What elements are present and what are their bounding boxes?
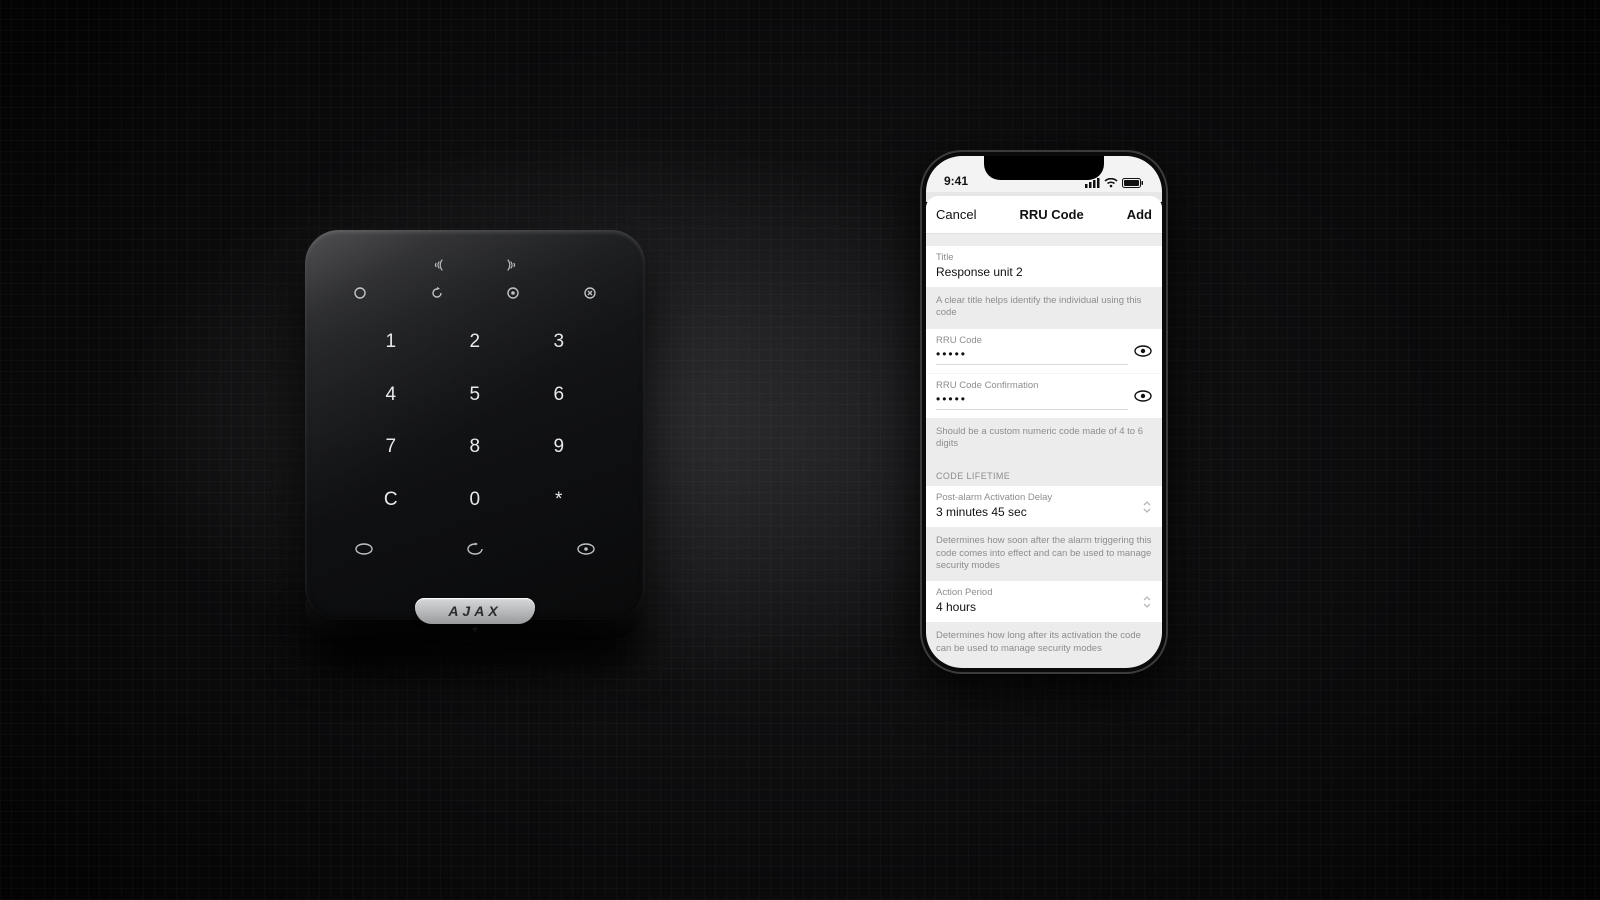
key-6[interactable]: 6 [517,369,601,422]
cancel-button[interactable]: Cancel [936,207,976,222]
keypad-status-row [349,284,601,302]
action-label: Action Period [936,587,1152,598]
key-3[interactable]: 3 [517,316,601,369]
keypad-wave-icons [349,258,601,272]
phone-screen: 9:41 Cancel RRU Code Add Title Response … [926,156,1162,668]
delay-cell[interactable]: Post-alarm Activation Delay 3 minutes 45… [926,486,1162,527]
plus-icon: + [471,622,478,636]
keypad-bottom-row [349,540,601,558]
delay-value: 3 minutes 45 sec [936,505,1152,519]
eye-icon [573,540,599,558]
key-2[interactable]: 2 [433,316,517,369]
wave-left-icon [428,258,448,272]
brand-text: AJAX [448,603,501,619]
navbar: Cancel RRU Code Add [926,196,1162,234]
brand-plate: AJAX [415,598,535,624]
code-confirm-label: RRU Code Confirmation [936,380,1152,391]
key-7[interactable]: 7 [349,421,433,474]
title-input[interactable]: Response unit 2 [936,265,1152,279]
action-hint: Determines how long after its activation… [926,622,1162,664]
key-0[interactable]: 0 [433,474,517,527]
stepper-icon[interactable] [1142,595,1152,609]
keypad-device: 1 2 3 4 5 6 7 8 9 C 0 * AJAX [305,230,645,620]
ellipse-icon [351,540,377,558]
close-circle-icon [581,284,599,302]
title-hint: A clear title helps identify the individ… [926,287,1162,329]
key-5[interactable]: 5 [433,369,517,422]
key-star[interactable]: * [517,474,601,527]
wave-right-icon [502,258,522,272]
keypad-grid: 1 2 3 4 5 6 7 8 9 C 0 * [349,316,601,526]
refresh-icon [428,284,446,302]
voxel-pattern [0,0,1600,900]
key-4[interactable]: 4 [349,369,433,422]
wifi-icon [1104,178,1118,188]
target-icon [504,284,522,302]
key-c[interactable]: C [349,474,433,527]
lifetime-header: CODE LIFETIME [926,459,1162,486]
code-label: RRU Code [936,335,1152,346]
ellipse-refresh-icon [462,540,488,558]
battery-icon [1122,178,1144,188]
title-label: Title [936,252,1152,263]
code-hint: Should be a custom numeric code made of … [926,418,1162,460]
stepper-icon[interactable] [1142,500,1152,514]
title-cell[interactable]: Title Response unit 2 [926,246,1162,287]
add-button[interactable]: Add [1127,207,1152,222]
phone-frame: 9:41 Cancel RRU Code Add Title Response … [920,150,1168,674]
reveal-confirm-icon[interactable] [1134,390,1152,402]
code-cell[interactable]: RRU Code ••••• [926,329,1162,373]
action-cell[interactable]: Action Period 4 hours [926,581,1162,622]
modal-sheet: Cancel RRU Code Add Title Response unit … [926,196,1162,668]
delay-label: Post-alarm Activation Delay [936,492,1152,503]
action-value: 4 hours [936,600,1152,614]
code-confirm-cell[interactable]: RRU Code Confirmation ••••• [926,373,1162,418]
key-1[interactable]: 1 [349,316,433,369]
code-confirm-input[interactable]: ••••• [936,393,1152,405]
status-time: 9:41 [944,174,968,188]
key-8[interactable]: 8 [433,421,517,474]
navbar-title: RRU Code [1019,207,1083,222]
code-input[interactable]: ••••• [936,348,1152,360]
delay-hint: Determines how soon after the alarm trig… [926,527,1162,581]
key-9[interactable]: 9 [517,421,601,474]
phone-notch [984,156,1104,180]
circle-icon [351,284,369,302]
reveal-code-icon[interactable] [1134,345,1152,357]
background [0,0,1600,900]
